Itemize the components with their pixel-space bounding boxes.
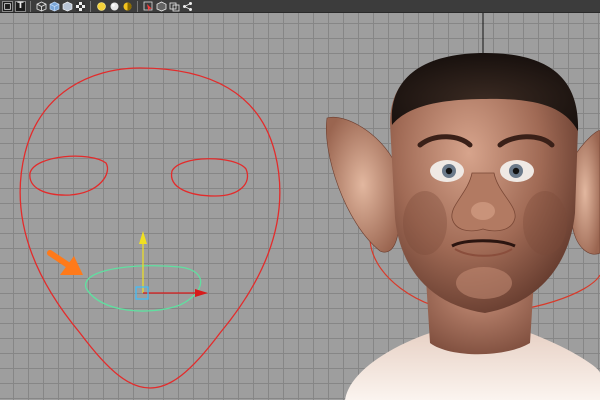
all-lights-icon[interactable] bbox=[109, 1, 120, 12]
left-cheek bbox=[403, 191, 447, 255]
checker-texture-icon[interactable] bbox=[75, 1, 86, 12]
left-eye-curve[interactable] bbox=[29, 155, 108, 196]
left-pupil bbox=[445, 167, 453, 175]
toolbar-divider bbox=[30, 0, 32, 12]
smooth-shade-cube-icon[interactable] bbox=[49, 1, 60, 12]
toolbar-divider bbox=[137, 0, 139, 12]
left-ear bbox=[326, 116, 400, 253]
viewport-scene bbox=[19, 13, 600, 400]
manipulator-x-arrowhead[interactable] bbox=[195, 289, 208, 297]
toolbar-divider bbox=[90, 0, 92, 12]
annotation-arrow bbox=[47, 250, 83, 275]
chin bbox=[456, 267, 512, 299]
isolate-select-icon[interactable] bbox=[143, 1, 154, 12]
face-outline-curve[interactable] bbox=[19, 67, 281, 389]
nose-tip-highlight bbox=[471, 202, 495, 220]
right-pupil bbox=[512, 167, 520, 175]
default-light-icon[interactable] bbox=[96, 1, 107, 12]
manipulator-y-arrowhead[interactable] bbox=[139, 231, 147, 244]
shadow-light-icon[interactable] bbox=[122, 1, 133, 12]
perspective-viewport[interactable] bbox=[0, 13, 600, 400]
head-model[interactable] bbox=[326, 53, 600, 400]
textured-cube-icon[interactable] bbox=[62, 1, 73, 12]
right-cheek bbox=[523, 191, 567, 255]
text-tool-icon[interactable]: T bbox=[15, 0, 26, 12]
backface-icon[interactable] bbox=[169, 1, 180, 12]
xray-icon[interactable] bbox=[156, 1, 167, 12]
wireframe-cube-icon[interactable] bbox=[36, 0, 47, 12]
camera-view-icon[interactable] bbox=[2, 0, 13, 12]
share-icon[interactable] bbox=[182, 1, 193, 12]
right-eye-curve[interactable] bbox=[170, 158, 249, 197]
viewport-toolbar: T bbox=[0, 0, 600, 13]
